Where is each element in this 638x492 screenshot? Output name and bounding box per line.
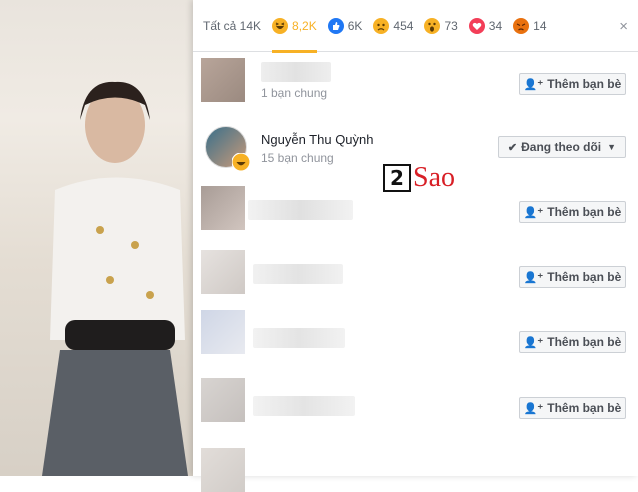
tab-sad-count: 454 bbox=[393, 18, 414, 33]
avatar[interactable] bbox=[201, 310, 245, 354]
tab-love[interactable]: 34 bbox=[468, 0, 503, 52]
avatar[interactable] bbox=[201, 378, 245, 422]
watermark-text: Sao bbox=[413, 162, 455, 193]
avatar[interactable] bbox=[205, 126, 251, 172]
mutual-friends[interactable]: 1 bạn chung bbox=[261, 86, 327, 100]
tab-like-count: 6K bbox=[347, 18, 363, 33]
blurred-name[interactable] bbox=[253, 396, 355, 416]
add-friend-button[interactable]: 👤⁺ Thêm bạn bè bbox=[519, 266, 626, 288]
person-photo bbox=[42, 81, 188, 476]
tab-love-count: 34 bbox=[488, 18, 503, 33]
mutual-friends[interactable]: 15 bạn chung bbox=[261, 151, 334, 165]
add-friend-label: Thêm bạn bè bbox=[547, 77, 622, 91]
add-friend-button[interactable]: 👤⁺ Thêm bạn bè bbox=[519, 397, 626, 419]
sad-reaction-icon bbox=[373, 17, 390, 34]
following-button[interactable]: ✔ Đang theo dõi ▼ bbox=[498, 136, 626, 158]
add-friend-icon: 👤⁺ bbox=[523, 206, 544, 219]
add-friend-label: Thêm bạn bè bbox=[547, 270, 622, 284]
blurred-name[interactable] bbox=[253, 328, 345, 348]
love-reaction-icon bbox=[468, 17, 485, 34]
tab-haha-count: 8,2K bbox=[292, 18, 317, 33]
tab-angry-count: 14 bbox=[533, 18, 547, 33]
tab-wow-count: 73 bbox=[444, 18, 458, 33]
list-item: 👤⁺ Thêm bạn bè bbox=[193, 376, 638, 438]
tab-sad[interactable]: 454 bbox=[373, 0, 413, 52]
reactions-dialog: Tất cả 14K 8,2K 6K 454 73 34 14 × 1 bạn … bbox=[193, 0, 638, 492]
following-label: Đang theo dõi bbox=[521, 140, 602, 154]
add-friend-icon: 👤⁺ bbox=[523, 78, 544, 91]
checkmark-icon: ✔ bbox=[507, 141, 518, 154]
blurred-name[interactable] bbox=[248, 200, 353, 220]
background-photo bbox=[0, 0, 195, 476]
angry-reaction-icon bbox=[513, 17, 530, 34]
avatar[interactable] bbox=[201, 58, 245, 102]
watermark-logo: 2 Sao bbox=[383, 162, 455, 194]
avatar[interactable] bbox=[201, 250, 245, 294]
chevron-down-icon: ▼ bbox=[607, 142, 617, 152]
tab-angry[interactable]: 14 bbox=[513, 0, 547, 52]
watermark-box: 2 bbox=[383, 164, 411, 192]
friend-name[interactable]: Nguyễn Thu Quỳnh bbox=[261, 132, 374, 147]
add-friend-label: Thêm bạn bè bbox=[547, 401, 622, 415]
tab-all[interactable]: Tất cả 14K bbox=[203, 0, 261, 52]
tab-wow[interactable]: 73 bbox=[424, 0, 458, 52]
avatar[interactable] bbox=[201, 186, 245, 230]
add-friend-button[interactable]: 👤⁺ Thêm bạn bè bbox=[519, 73, 626, 95]
like-reaction-icon bbox=[327, 17, 344, 34]
blurred-name[interactable] bbox=[261, 62, 331, 82]
blurred-name[interactable] bbox=[253, 264, 343, 284]
add-friend-button[interactable]: 👤⁺ Thêm bạn bè bbox=[519, 201, 626, 223]
haha-reaction-icon bbox=[231, 152, 251, 172]
wow-reaction-icon bbox=[424, 17, 441, 34]
tab-all-label: Tất cả 14K bbox=[203, 18, 262, 33]
list-item: 1 bạn chung 👤⁺ Thêm bạn bè bbox=[193, 54, 638, 116]
avatar[interactable] bbox=[201, 448, 245, 492]
close-icon[interactable]: × bbox=[619, 18, 628, 35]
add-friend-icon: 👤⁺ bbox=[523, 336, 544, 349]
list-item: 👤⁺ Thêm bạn bè bbox=[193, 246, 638, 308]
reactions-tabs: Tất cả 14K 8,2K 6K 454 73 34 14 × bbox=[193, 0, 638, 53]
add-friend-icon: 👤⁺ bbox=[523, 271, 544, 284]
tab-like[interactable]: 6K bbox=[327, 0, 363, 52]
haha-reaction-icon bbox=[272, 17, 289, 34]
add-friend-label: Thêm bạn bè bbox=[547, 335, 622, 349]
tab-haha[interactable]: 8,2K bbox=[272, 0, 317, 53]
add-friend-icon: 👤⁺ bbox=[523, 402, 544, 415]
add-friend-button[interactable]: 👤⁺ Thêm bạn bè bbox=[519, 331, 626, 353]
add-friend-label: Thêm bạn bè bbox=[547, 205, 622, 219]
list-item: 👤⁺ Thêm bạn bè bbox=[193, 310, 638, 372]
